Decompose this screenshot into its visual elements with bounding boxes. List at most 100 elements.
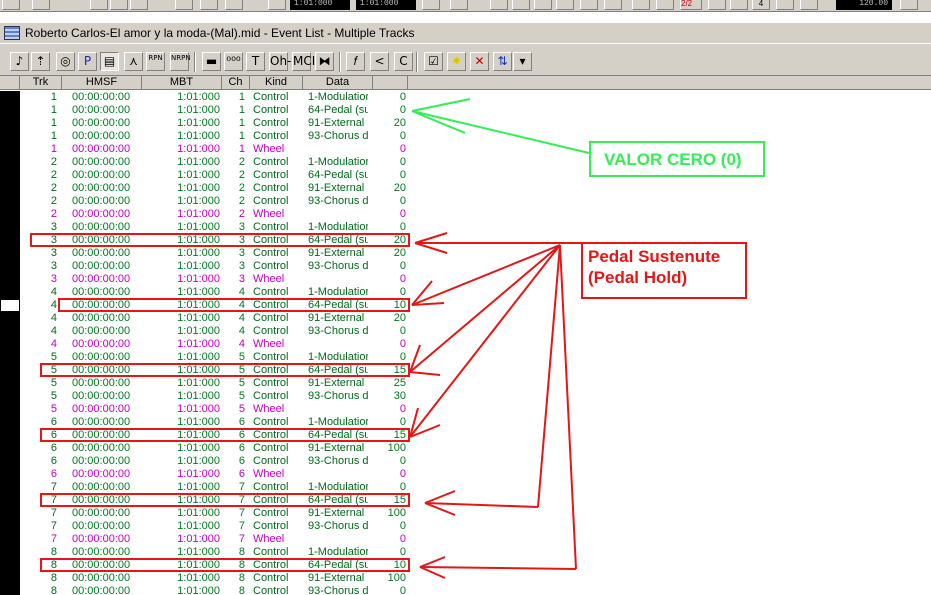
cell-value[interactable]: 20 xyxy=(371,182,406,195)
cell-kind[interactable]: Wheel xyxy=(253,273,303,286)
cell-mbt[interactable]: 1:01:000 xyxy=(160,533,220,546)
table-row[interactable]: 5 00:00:00:00 1:01:000 5 Wheel 0 xyxy=(0,403,931,416)
cell-channel[interactable]: 7 xyxy=(220,533,247,546)
cell-value[interactable]: 20 xyxy=(371,312,406,325)
table-row[interactable]: 1 00:00:00:00 1:01:000 1 Wheel 0 xyxy=(0,143,931,156)
table-row[interactable]: 3 00:00:00:00 1:01:000 3 Control 64-Pedal (su… xyxy=(0,233,931,247)
row-marker[interactable] xyxy=(0,455,20,468)
row-marker[interactable] xyxy=(0,156,20,169)
cell-value[interactable]: 20 xyxy=(371,117,406,130)
cell-data[interactable]: 93-Chorus de xyxy=(308,195,368,208)
cell-value[interactable]: 0 xyxy=(371,91,406,104)
cell-kind[interactable]: Control xyxy=(253,442,303,455)
cell-mbt[interactable]: 1:01:000 xyxy=(160,312,220,325)
print-icon[interactable] xyxy=(200,0,218,10)
cell-mbt[interactable]: 1:01:000 xyxy=(160,442,220,455)
cell-data[interactable] xyxy=(308,403,368,416)
time-signature-button[interactable]: 2/2 xyxy=(680,0,702,10)
table-row[interactable]: 3 00:00:00:00 1:01:000 3 Wheel 0 xyxy=(0,273,931,286)
window-title-bar[interactable]: Roberto Carlos-El amor y la moda-(Mal).m… xyxy=(0,23,931,43)
row-marker[interactable] xyxy=(0,377,20,390)
track-view-icon[interactable] xyxy=(490,0,508,10)
cell-hmsf[interactable]: 00:00:00:00 xyxy=(72,260,142,273)
table-row[interactable]: 4 00:00:00:00 1:01:000 4 Control 64-Pedal (su… xyxy=(0,298,931,312)
cell-value[interactable]: 0 xyxy=(371,273,406,286)
cell-mbt[interactable]: 1:01:000 xyxy=(160,338,220,351)
cell-mbt[interactable]: 1:01:000 xyxy=(160,572,220,585)
cell-hmsf[interactable]: 00:00:00:00 xyxy=(72,468,142,481)
from-time-display[interactable]: 1:01:000 xyxy=(356,0,416,10)
row-marker[interactable] xyxy=(0,312,20,325)
cell-mbt[interactable]: 1:01:000 xyxy=(160,585,220,595)
cell-track[interactable]: 4 xyxy=(20,299,60,312)
cell-data[interactable]: 1-Modulation xyxy=(308,156,368,169)
dropdown-icon[interactable]: ▾ xyxy=(513,52,532,71)
table-row[interactable]: 3 00:00:00:00 1:01:000 3 Control 91-External … xyxy=(0,247,931,260)
cell-track[interactable]: 1 xyxy=(20,104,60,117)
cell-mbt[interactable]: 1:01:000 xyxy=(160,273,220,286)
row-marker[interactable] xyxy=(0,429,20,442)
table-row[interactable]: 6 00:00:00:00 1:01:000 6 Control 91-External … xyxy=(0,442,931,455)
cell-track[interactable]: 4 xyxy=(20,286,60,299)
cell-data[interactable]: 93-Chorus de xyxy=(308,260,368,273)
row-marker[interactable] xyxy=(0,364,20,377)
cut-icon[interactable] xyxy=(90,0,108,10)
text-icon[interactable]: T xyxy=(246,52,265,71)
table-row[interactable]: 6 00:00:00:00 1:01:000 6 Wheel 0 xyxy=(0,468,931,481)
cell-mbt[interactable]: 1:01:000 xyxy=(160,91,220,104)
row-marker[interactable] xyxy=(0,559,20,572)
cell-track[interactable]: 5 xyxy=(20,377,60,390)
sysex-data-icon[interactable]: ⁰⁰⁰ xyxy=(224,52,243,71)
row-marker[interactable] xyxy=(0,468,20,481)
lyric-icon[interactable]: Oh- xyxy=(269,52,291,71)
cell-mbt[interactable]: 1:01:000 xyxy=(160,390,220,403)
cell-value[interactable]: 0 xyxy=(371,195,406,208)
cell-track[interactable]: 1 xyxy=(20,143,60,156)
cell-track[interactable]: 7 xyxy=(20,520,60,533)
cell-channel[interactable]: 1 xyxy=(220,130,247,143)
cell-data[interactable]: 91-External E xyxy=(308,182,368,195)
cell-value[interactable]: 100 xyxy=(371,442,406,455)
cell-channel[interactable]: 6 xyxy=(220,468,247,481)
table-row[interactable]: 1 00:00:00:00 1:01:000 1 Control 93-Chorus de… xyxy=(0,130,931,143)
channel-aftertouch-icon[interactable]: ▤ xyxy=(100,52,119,71)
row-marker[interactable] xyxy=(0,325,20,338)
cell-mbt[interactable]: 1:01:000 xyxy=(160,377,220,390)
table-row[interactable]: 7 00:00:00:00 1:01:000 7 Control 93-Chorus de… xyxy=(0,520,931,533)
cell-mbt[interactable]: 1:01:000 xyxy=(160,520,220,533)
cell-value[interactable]: 0 xyxy=(371,468,406,481)
table-row[interactable]: 8 00:00:00:00 1:01:000 8 Control 93-Chorus de… xyxy=(0,585,931,595)
cell-channel[interactable]: 3 xyxy=(220,273,247,286)
note-duration-icon[interactable] xyxy=(730,0,748,10)
cell-kind[interactable]: Control xyxy=(253,377,303,390)
cell-mbt[interactable]: 1:01:000 xyxy=(160,208,220,221)
table-row[interactable]: 5 00:00:00:00 1:01:000 5 Control 64-Pedal (su… xyxy=(0,363,931,377)
cell-track[interactable]: 1 xyxy=(20,130,60,143)
cell-data[interactable]: 93-Chorus de xyxy=(308,520,368,533)
row-marker[interactable] xyxy=(0,221,20,234)
table-row[interactable]: 4 00:00:00:00 1:01:000 4 Control 91-External … xyxy=(0,312,931,325)
table-row[interactable]: 2 00:00:00:00 1:01:000 2 Control 1-Modulation… xyxy=(0,156,931,169)
cell-mbt[interactable]: 1:01:000 xyxy=(160,507,220,520)
cell-hmsf[interactable]: 00:00:00:00 xyxy=(72,91,142,104)
row-marker[interactable] xyxy=(0,416,20,429)
row-marker[interactable] xyxy=(0,208,20,221)
cell-mbt[interactable]: 1:01:000 xyxy=(160,130,220,143)
cell-kind[interactable]: Wheel xyxy=(253,468,303,481)
cell-hmsf[interactable]: 00:00:00:00 xyxy=(72,182,142,195)
cell-hmsf[interactable]: 00:00:00:00 xyxy=(72,338,142,351)
cell-data[interactable]: 93-Chorus de xyxy=(308,325,368,338)
row-marker[interactable] xyxy=(0,338,20,351)
table-row[interactable]: 7 00:00:00:00 1:01:000 7 Control 64-Pedal (su… xyxy=(0,493,931,507)
cell-mbt[interactable]: 1:01:000 xyxy=(160,468,220,481)
staff-view-icon[interactable] xyxy=(534,0,552,10)
cell-channel[interactable]: 2 xyxy=(220,169,247,182)
cell-value[interactable]: 100 xyxy=(371,572,406,585)
cell-hmsf[interactable]: 00:00:00:00 xyxy=(72,442,142,455)
row-marker[interactable] xyxy=(0,572,20,585)
cell-kind[interactable]: Control xyxy=(253,156,303,169)
cell-channel[interactable]: 7 xyxy=(220,520,247,533)
cell-value[interactable]: 0 xyxy=(371,520,406,533)
beats-button[interactable]: 4 xyxy=(752,0,770,10)
cell-value[interactable]: 0 xyxy=(371,156,406,169)
